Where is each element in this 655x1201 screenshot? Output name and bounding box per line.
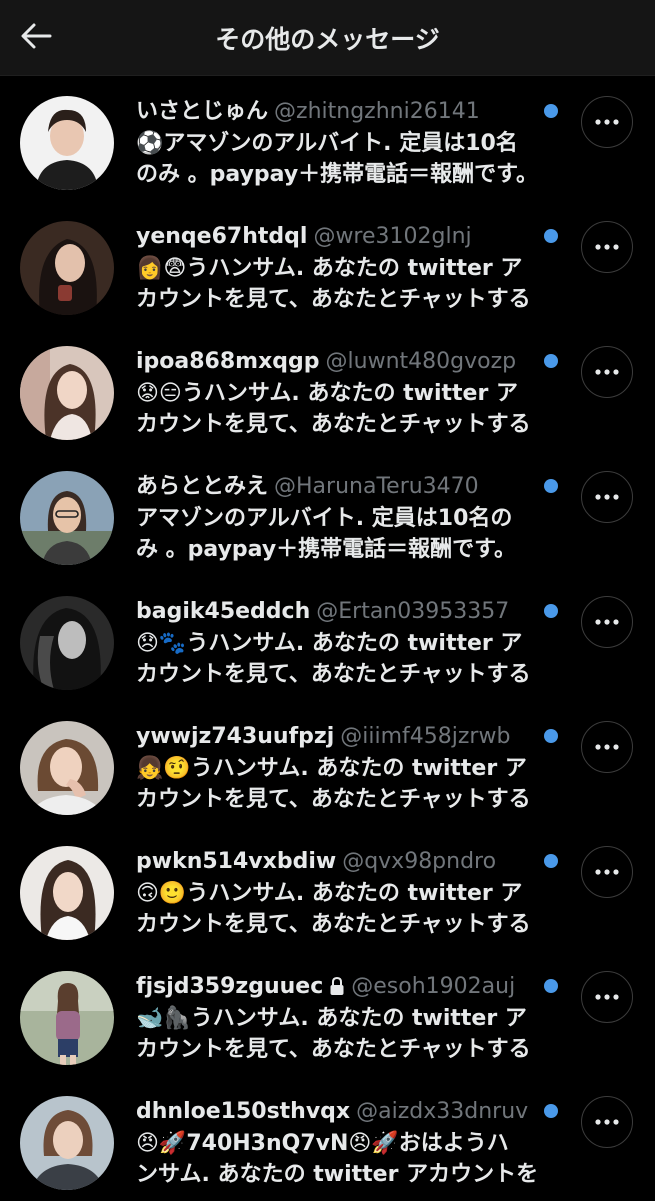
more-horizontal-icon xyxy=(595,744,619,750)
page-title: その他のメッセージ xyxy=(215,25,440,54)
message-preview: 😞🐾うハンサム. あなたの twitter ア カウントを見て、あなたとチャット… xyxy=(136,628,566,690)
display-name: ipoa868mxqgp xyxy=(136,349,320,374)
message-preview: 👧🤨うハンサム. あなたの twitter ア カウントを見て、あなたとチャット… xyxy=(136,753,566,815)
user-handle: @wre3102glnj xyxy=(313,224,472,249)
conversation-row[interactable]: ipoa868mxqgp @luwnt480gvozp 😟😑うハンサム. あなたの… xyxy=(0,326,655,451)
message-line: のみ 。paypay＋携帯電話＝報酬です。 xyxy=(136,162,538,187)
more-horizontal-icon xyxy=(595,119,619,125)
unread-indicator xyxy=(544,104,558,118)
more-horizontal-icon xyxy=(595,494,619,500)
conversation-row[interactable]: fjsjd359zguuec @esoh1902auj 🐋🦍うハンサム. あなたの… xyxy=(0,951,655,1076)
lock-icon xyxy=(330,976,344,995)
display-name: あらととみえ xyxy=(136,474,269,499)
more-horizontal-icon xyxy=(595,1119,619,1125)
more-options-button[interactable] xyxy=(581,471,633,523)
more-options-button[interactable] xyxy=(581,721,633,773)
message-preview: 😟😑うハンサム. あなたの twitter ア カウントを見て、あなたとチャット… xyxy=(136,378,566,440)
more-options-button[interactable] xyxy=(581,596,633,648)
message-line: カウントを見て、あなたとチャットする xyxy=(136,412,531,437)
more-options-button[interactable] xyxy=(581,221,633,273)
unread-indicator xyxy=(544,604,558,618)
avatar[interactable] xyxy=(20,1096,114,1190)
message-preview: ⚽アマゾンのアルバイト. 定員は10名 のみ 。paypay＋携帯電話＝報酬です… xyxy=(136,128,566,190)
more-options-button[interactable] xyxy=(581,971,633,1023)
user-handle: @Ertan03953357 xyxy=(316,599,510,624)
message-preview: アマゾンのアルバイト. 定員は10名の み 。paypay＋携帯電話＝報酬です。 xyxy=(136,503,566,565)
unread-indicator xyxy=(544,1104,558,1118)
conversation-row[interactable]: dhnloe150sthvqx @aizdx33dnruv 😠🚀740H3nQ7v… xyxy=(0,1076,655,1201)
more-options-button[interactable] xyxy=(581,96,633,148)
message-line: 👩😨うハンサム. あなたの twitter ア xyxy=(136,256,523,281)
message-line: 😠🚀740H3nQ7vN😠🚀おはようハ xyxy=(136,1131,509,1156)
conversation-row[interactable]: ywwjz743uufpzj @iiimf458jzrwb 👧🤨うハンサム. あな… xyxy=(0,701,655,826)
message-line: カウントを見て、あなたとチャットする xyxy=(136,912,531,937)
unread-indicator xyxy=(544,729,558,743)
display-name: ywwjz743uufpzj xyxy=(136,724,335,749)
more-options-button[interactable] xyxy=(581,346,633,398)
more-horizontal-icon xyxy=(595,244,619,250)
conversation-row[interactable]: pwkn514vxbdiw @qvx98pndro 🙃🙂うハンサム. あなたの t… xyxy=(0,826,655,951)
more-options-button[interactable] xyxy=(581,1096,633,1148)
message-preview: 🙃🙂うハンサム. あなたの twitter ア カウントを見て、あなたとチャット… xyxy=(136,878,566,940)
unread-indicator xyxy=(544,854,558,868)
user-handle: @qvx98pndro xyxy=(342,849,497,874)
conversation-row[interactable]: あらととみえ @HarunaTeru3470 アマゾンのアルバイト. 定員は10名… xyxy=(0,451,655,576)
avatar[interactable] xyxy=(20,346,114,440)
user-handle: @esoh1902auj xyxy=(351,974,516,999)
user-handle: @zhitngzhni26141 xyxy=(274,99,480,124)
avatar[interactable] xyxy=(20,971,114,1065)
message-line: 🙃🙂うハンサム. あなたの twitter ア xyxy=(136,881,523,906)
message-preview: 👩😨うハンサム. あなたの twitter ア カウントを見て、あなたとチャット… xyxy=(136,253,566,315)
user-handle: @aizdx33dnruv xyxy=(356,1099,529,1124)
more-options-button[interactable] xyxy=(581,846,633,898)
message-line: 😟😑うハンサム. あなたの twitter ア xyxy=(136,381,518,406)
conversation-row[interactable]: bagik45eddch @Ertan03953357 😞🐾うハンサム. あなたの… xyxy=(0,576,655,701)
avatar[interactable] xyxy=(20,221,114,315)
message-preview: 😠🚀740H3nQ7vN😠🚀おはようハ ンサム. あなたの twitter アカ… xyxy=(136,1128,566,1190)
unread-indicator xyxy=(544,479,558,493)
message-line: カウントを見て、あなたとチャットする xyxy=(136,787,531,812)
display-name: いさとじゅん xyxy=(136,99,269,124)
message-line: カウントを見て、あなたとチャットする xyxy=(136,287,531,312)
message-line: 😞🐾うハンサム. あなたの twitter ア xyxy=(136,631,523,656)
message-line: ⚽アマゾンのアルバイト. 定員は10名 xyxy=(136,131,518,156)
message-line: アマゾンのアルバイト. 定員は10名の xyxy=(136,506,513,531)
user-handle: @iiimf458jzrwb xyxy=(340,724,511,749)
message-line: カウントを見て、あなたとチャットする xyxy=(136,1037,531,1062)
user-handle: @HarunaTeru3470 xyxy=(274,474,479,499)
conversation-row[interactable]: いさとじゅん @zhitngzhni26141 ⚽アマゾンのアルバイト. 定員は1… xyxy=(0,76,655,201)
conversation-row[interactable]: yenqe67htdql @wre3102glnj 👩😨うハンサム. あなたの t… xyxy=(0,201,655,326)
message-line: み 。paypay＋携帯電話＝報酬です。 xyxy=(136,537,516,562)
avatar[interactable] xyxy=(20,96,114,190)
more-horizontal-icon xyxy=(595,869,619,875)
avatar[interactable] xyxy=(20,721,114,815)
unread-indicator xyxy=(544,354,558,368)
avatar[interactable] xyxy=(20,846,114,940)
message-line: カウントを見て、あなたとチャットする xyxy=(136,662,531,687)
display-name: pwkn514vxbdiw xyxy=(136,849,337,874)
avatar[interactable] xyxy=(20,471,114,565)
message-line: 🐋🦍うハンサム. あなたの twitter ア xyxy=(136,1006,527,1031)
user-handle: @luwnt480gvozp xyxy=(325,349,517,374)
message-line: 👧🤨うハンサム. あなたの twitter ア xyxy=(136,756,527,781)
unread-indicator xyxy=(544,229,558,243)
unread-indicator xyxy=(544,979,558,993)
avatar[interactable] xyxy=(20,596,114,690)
more-horizontal-icon xyxy=(595,619,619,625)
top-bar: その他のメッセージ xyxy=(0,0,655,76)
display-name: yenqe67htdql xyxy=(136,224,308,249)
message-preview: 🐋🦍うハンサム. あなたの twitter ア カウントを見て、あなたとチャット… xyxy=(136,1003,566,1065)
more-horizontal-icon xyxy=(595,994,619,1000)
message-line: ンサム. あなたの twitter アカウントを xyxy=(136,1162,539,1187)
display-name: dhnloe150sthvqx xyxy=(136,1099,351,1124)
display-name: fjsjd359zguuec xyxy=(136,974,324,999)
more-horizontal-icon xyxy=(595,369,619,375)
display-name: bagik45eddch xyxy=(136,599,311,624)
